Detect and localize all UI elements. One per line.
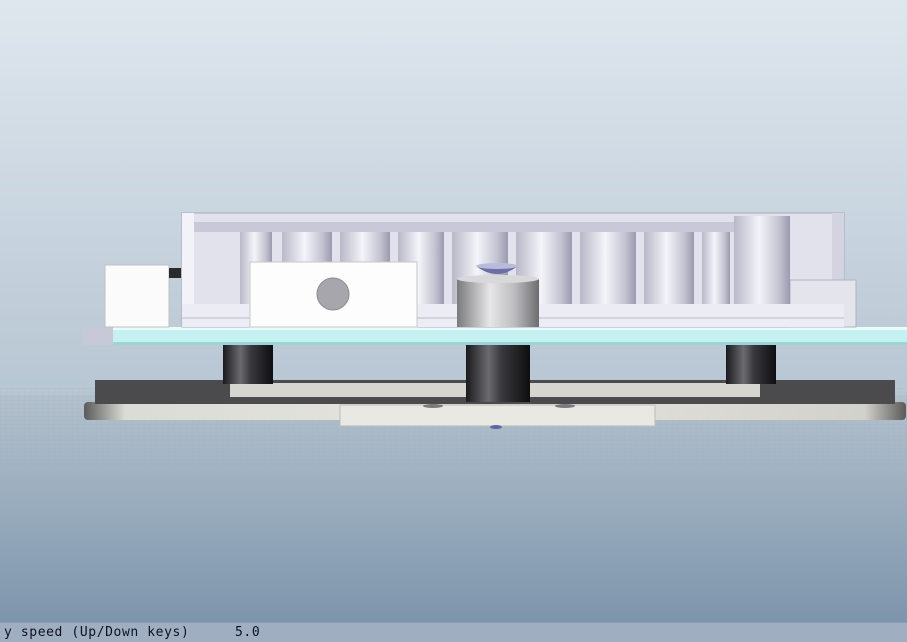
component-block-left xyxy=(104,264,170,328)
standoff-left xyxy=(223,344,273,384)
component-block-with-hole xyxy=(249,261,418,328)
pcb-board xyxy=(83,327,907,345)
3d-viewport[interactable] xyxy=(0,0,907,622)
status-value: 5.0 xyxy=(235,625,261,640)
standoff-center xyxy=(466,344,530,402)
status-label: y speed (Up/Down keys) xyxy=(4,625,190,640)
3d-scene xyxy=(0,0,907,622)
standoff-right xyxy=(726,344,776,384)
status-bar: y speed (Up/Down keys) 5.0 xyxy=(0,622,907,642)
